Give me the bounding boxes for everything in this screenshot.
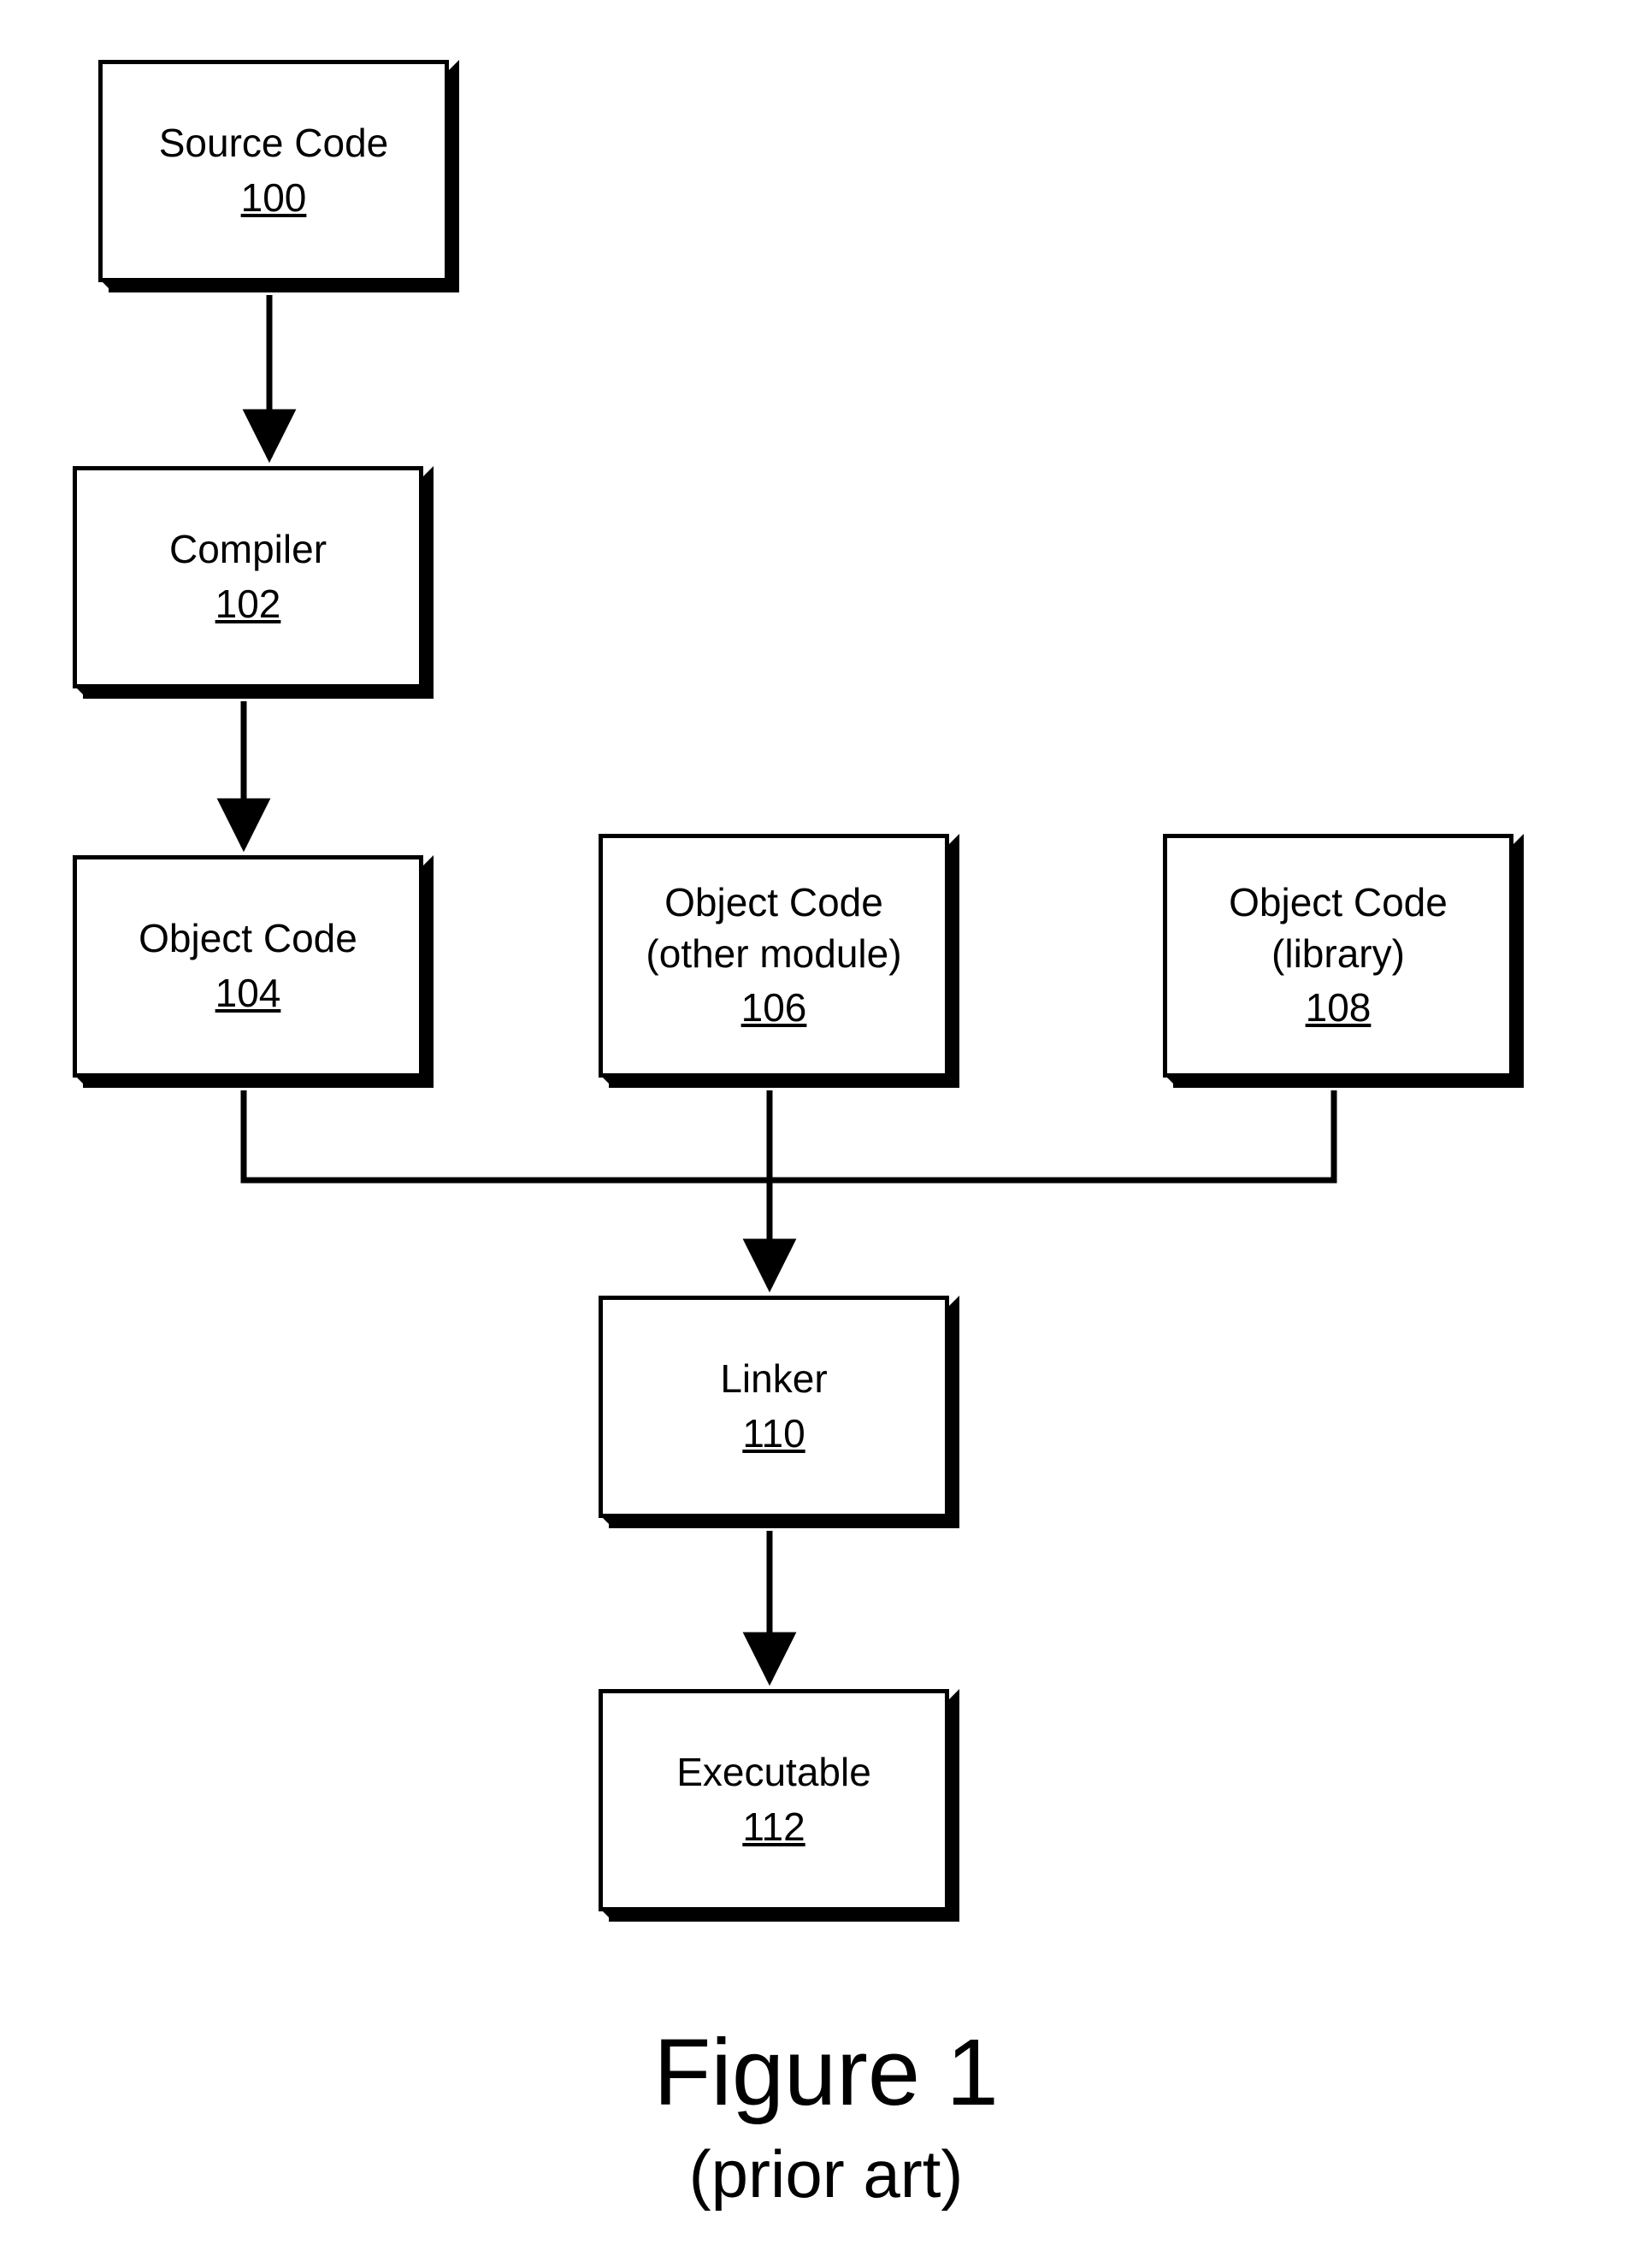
node-label: Object Code xyxy=(1229,877,1448,929)
node-label: Executable xyxy=(676,1747,871,1798)
figure-caption: Figure 1 (prior art) xyxy=(0,2018,1652,2213)
node-sublabel: (other module) xyxy=(646,929,901,980)
node-executable: Executable 112 xyxy=(599,1689,949,1911)
node-label: Linker xyxy=(720,1354,827,1405)
node-object-code-library: Object Code (library) 108 xyxy=(1163,834,1513,1078)
node-compiler: Compiler 102 xyxy=(73,466,423,688)
node-label: Source Code xyxy=(159,118,389,169)
node-label: Compiler xyxy=(169,524,327,576)
node-label: Object Code xyxy=(664,877,883,929)
node-ref: 104 xyxy=(215,968,281,1019)
node-source-code: Source Code 100 xyxy=(98,60,449,282)
node-ref: 102 xyxy=(215,579,281,630)
node-linker: Linker 110 xyxy=(599,1296,949,1518)
diagram-canvas: Source Code 100 Compiler 102 Object Code… xyxy=(0,0,1652,2268)
figure-title: Figure 1 xyxy=(0,2018,1652,2127)
figure-subtitle: (prior art) xyxy=(0,2135,1652,2213)
node-ref: 112 xyxy=(742,1802,805,1853)
connectors xyxy=(0,0,1652,2268)
node-sublabel: (library) xyxy=(1271,929,1405,980)
node-ref: 106 xyxy=(741,983,807,1034)
node-ref: 108 xyxy=(1306,983,1372,1034)
node-object-code-other-module: Object Code (other module) 106 xyxy=(599,834,949,1078)
node-label: Object Code xyxy=(139,913,357,965)
node-ref: 110 xyxy=(742,1409,805,1460)
node-object-code-main: Object Code 104 xyxy=(73,855,423,1078)
node-ref: 100 xyxy=(241,173,307,224)
